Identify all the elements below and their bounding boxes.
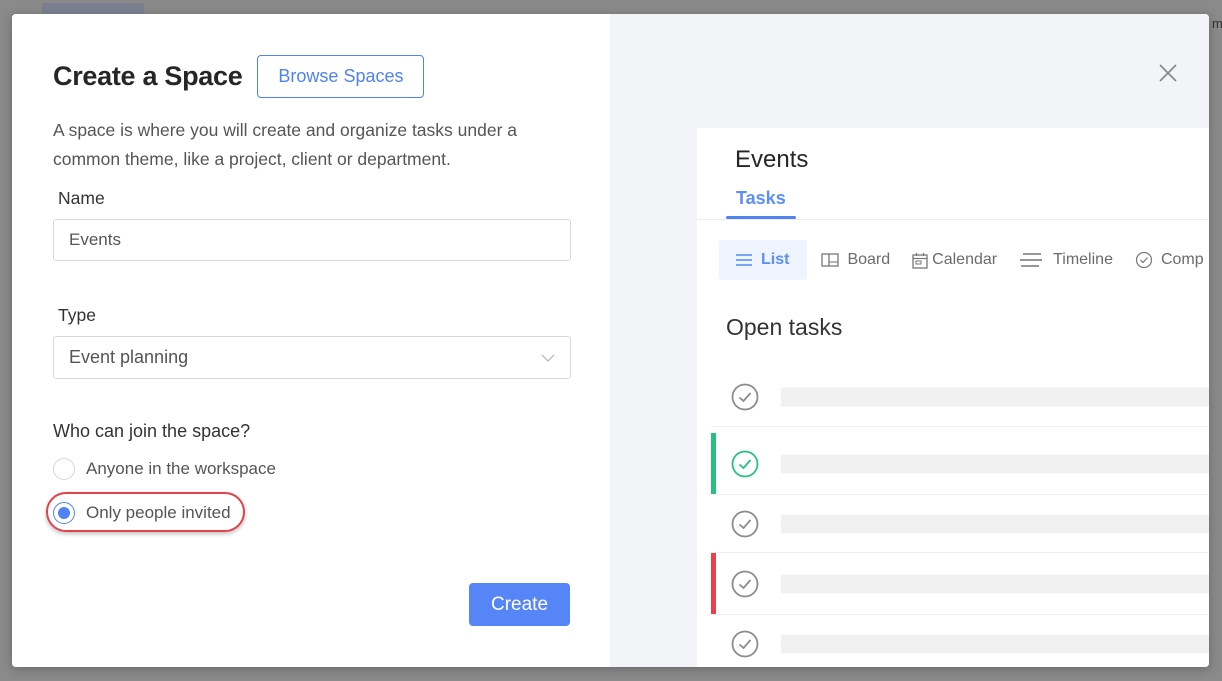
view-board: Board bbox=[807, 240, 904, 280]
task-row[interactable] bbox=[711, 553, 1209, 615]
chevron-down-icon bbox=[541, 354, 555, 362]
task-row[interactable] bbox=[711, 367, 1209, 427]
view-label: Timeline bbox=[1053, 251, 1113, 268]
modal-title: Create a Space bbox=[53, 60, 243, 91]
task-row[interactable] bbox=[711, 615, 1209, 667]
check-circle-icon[interactable] bbox=[731, 570, 759, 598]
radio-only-people-invited[interactable]: Only people invited bbox=[46, 492, 569, 532]
view-switcher: List Board Calendar Timeline Comp bbox=[719, 240, 1209, 280]
check-circle-icon[interactable] bbox=[731, 383, 759, 411]
view-calendar: Calendar bbox=[904, 240, 1011, 280]
view-label: Calendar bbox=[932, 251, 998, 268]
name-input[interactable]: Events bbox=[53, 219, 571, 261]
status-bar bbox=[711, 433, 716, 494]
divider bbox=[697, 219, 1209, 220]
access-label: Who can join the space? bbox=[53, 421, 251, 441]
task-name-placeholder bbox=[781, 514, 1209, 533]
task-row[interactable] bbox=[711, 433, 1209, 495]
board-icon bbox=[821, 253, 840, 267]
browse-spaces-button[interactable]: Browse Spaces bbox=[257, 54, 425, 98]
task-row[interactable] bbox=[711, 495, 1209, 553]
task-name-placeholder bbox=[781, 634, 1209, 653]
check-circle-icon bbox=[1135, 251, 1153, 269]
name-label: Name bbox=[58, 188, 105, 208]
preview-title: Events bbox=[735, 146, 809, 173]
check-circle-icon[interactable] bbox=[731, 630, 759, 658]
radio-anyone-in-workspace[interactable]: Anyone in the workspace bbox=[53, 456, 569, 482]
open-tasks-heading: Open tasks bbox=[726, 314, 843, 340]
type-label: Type bbox=[58, 305, 96, 325]
close-icon[interactable] bbox=[1157, 62, 1179, 84]
timeline-icon bbox=[1020, 253, 1043, 267]
tab-tasks: Tasks bbox=[736, 188, 786, 208]
view-list: List bbox=[719, 240, 808, 280]
view-label: Comp bbox=[1160, 251, 1204, 268]
radio-label: Anyone in the workspace bbox=[86, 459, 276, 478]
modal-header: Create a Space Browse Spaces bbox=[53, 54, 569, 98]
type-select[interactable]: Event planning bbox=[53, 336, 571, 379]
create-space-modal: Create a Space Browse Spaces A space is … bbox=[12, 14, 1209, 667]
calendar-icon bbox=[912, 252, 928, 269]
radio-button-selected[interactable] bbox=[53, 502, 75, 524]
view-completed: Comp bbox=[1127, 240, 1209, 280]
task-name-placeholder bbox=[781, 574, 1209, 593]
radio-label: Only people invited bbox=[86, 503, 231, 522]
create-button[interactable]: Create bbox=[469, 583, 570, 626]
view-label: List bbox=[761, 251, 790, 268]
list-icon bbox=[736, 254, 752, 266]
type-select-value: Event planning bbox=[69, 347, 189, 367]
check-circle-icon[interactable] bbox=[731, 510, 759, 538]
background-text: m bbox=[1212, 16, 1222, 30]
modal-description: A space is where you will create and org… bbox=[53, 120, 518, 169]
task-name-placeholder bbox=[781, 454, 1209, 473]
space-preview: Events Tasks List Board Calendar Timelin… bbox=[697, 128, 1209, 667]
check-circle-icon[interactable] bbox=[731, 450, 759, 478]
form-panel: Create a Space Browse Spaces A space is … bbox=[12, 14, 610, 667]
status-bar bbox=[711, 553, 716, 614]
view-label: Board bbox=[847, 251, 891, 268]
radio-button[interactable] bbox=[53, 458, 75, 480]
preview-panel: Events Tasks List Board Calendar Timelin… bbox=[610, 14, 1209, 667]
task-name-placeholder bbox=[781, 387, 1209, 406]
view-timeline: Timeline bbox=[1011, 240, 1127, 280]
